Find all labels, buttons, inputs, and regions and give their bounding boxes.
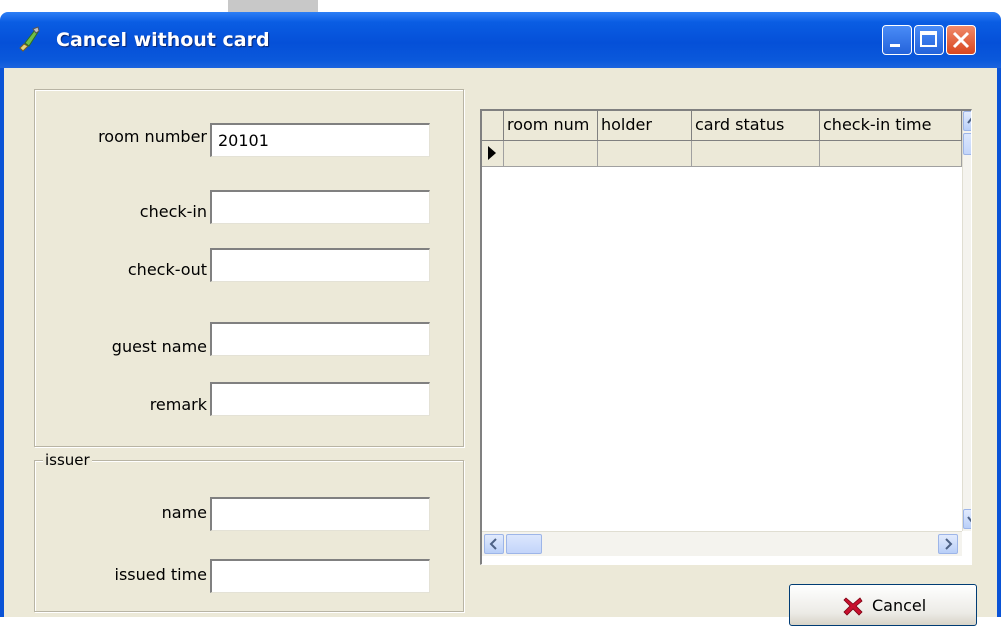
cancel-button[interactable]: Cancel	[789, 584, 977, 626]
column-header-checkin-time[interactable]: check-in time	[820, 111, 962, 141]
close-icon	[952, 31, 970, 49]
column-header-card-status[interactable]: card status	[692, 111, 820, 141]
issued-time-input[interactable]	[210, 559, 430, 593]
records-grid[interactable]: room num holder card status check-in tim…	[480, 109, 972, 565]
column-header-holder[interactable]: holder	[598, 111, 692, 141]
grid-cell[interactable]	[504, 141, 598, 167]
background-tab-stub	[228, 0, 318, 12]
row-indicator[interactable]	[482, 141, 504, 167]
room-number-label: room number	[98, 127, 207, 146]
red-x-icon	[843, 597, 863, 616]
close-button[interactable]	[946, 25, 976, 55]
vertical-scroll-thumb[interactable]	[963, 133, 971, 155]
chevron-left-icon	[489, 538, 497, 550]
remark-input[interactable]	[210, 382, 430, 416]
minimize-button[interactable]	[882, 25, 912, 55]
scroll-left-button[interactable]	[484, 534, 504, 554]
dialog-window: Cancel without card room number check-in	[0, 12, 1001, 626]
guest-name-input[interactable]	[210, 322, 430, 356]
checkout-input[interactable]	[210, 248, 430, 282]
maximize-button[interactable]	[914, 25, 944, 55]
grid-cell[interactable]	[692, 141, 820, 167]
grid-cell[interactable]	[820, 141, 962, 167]
guest-name-label: guest name	[111, 337, 207, 356]
issued-time-label: issued time	[114, 565, 208, 584]
app-brush-icon	[19, 26, 40, 52]
scroll-right-button[interactable]	[938, 534, 958, 554]
chevron-right-icon	[945, 538, 953, 550]
title-bar[interactable]: Cancel without card	[0, 12, 1001, 68]
issuer-name-input[interactable]	[210, 497, 430, 531]
dialog-client-area: room number check-in check-out guest nam…	[0, 68, 1001, 626]
horizontal-scroll-thumb[interactable]	[506, 534, 542, 554]
vertical-scrollbar[interactable]	[962, 111, 971, 531]
issuer-group: issuer name issued time	[34, 451, 464, 612]
chevron-down-icon	[967, 516, 971, 523]
current-row-arrow-icon	[488, 146, 496, 160]
scroll-down-button[interactable]	[963, 509, 971, 529]
scroll-up-button[interactable]	[963, 111, 971, 131]
remark-label: remark	[149, 395, 207, 414]
checkin-input[interactable]	[210, 190, 430, 224]
minimize-icon	[890, 44, 900, 47]
grid-cell[interactable]	[598, 141, 692, 167]
cancel-button-label: Cancel	[872, 596, 927, 615]
issuer-group-caption: issuer	[43, 451, 92, 469]
chevron-up-icon	[967, 117, 971, 124]
grid-row-header-corner	[482, 111, 504, 141]
issuer-name-label: name	[161, 503, 207, 522]
window-title: Cancel without card	[56, 29, 270, 51]
room-number-input[interactable]	[210, 123, 430, 157]
checkin-label: check-in	[139, 202, 207, 221]
column-header-room-num[interactable]: room num	[504, 111, 598, 141]
maximize-icon	[920, 31, 937, 47]
room-info-group: room number check-in check-out guest nam…	[34, 89, 464, 447]
horizontal-scrollbar[interactable]	[482, 531, 962, 556]
checkout-label: check-out	[127, 260, 207, 279]
